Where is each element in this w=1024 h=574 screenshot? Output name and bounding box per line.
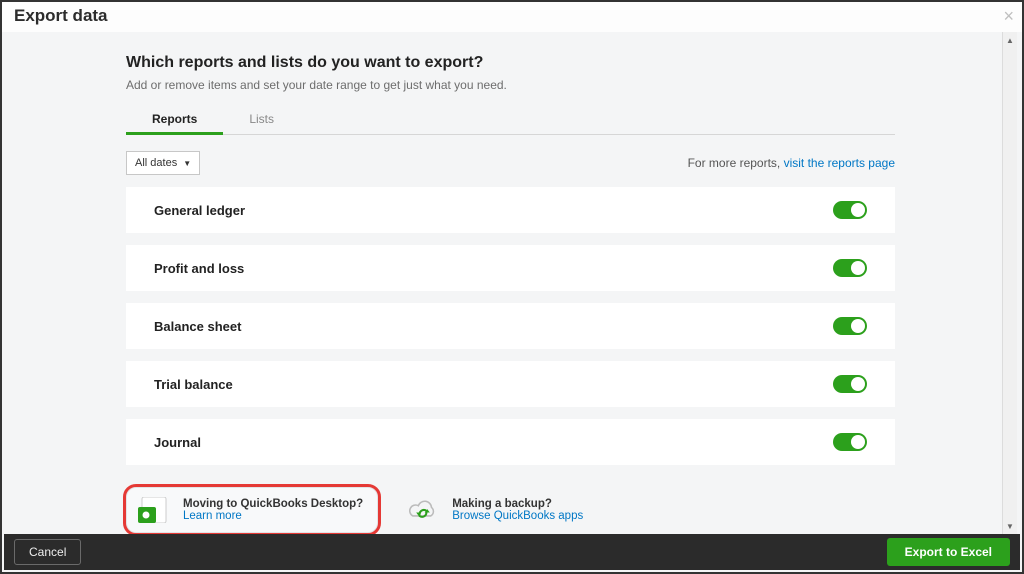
scroll-down-icon[interactable]: ▼	[1003, 518, 1017, 534]
export-data-dialog: Export data × ▲ ▼ Which reports and list…	[0, 0, 1024, 574]
more-reports-hint: For more reports, visit the reports page	[688, 156, 895, 170]
reports-page-link[interactable]: visit the reports page	[784, 156, 895, 170]
dialog-title: Export data	[14, 6, 108, 26]
dialog-body: Which reports and lists do you want to e…	[6, 32, 1000, 536]
tab-label: Reports	[152, 112, 197, 126]
promo-learn-more-link[interactable]: Learn more	[183, 510, 242, 522]
report-row: Profit and loss	[126, 245, 895, 291]
promo-title: Making a backup?	[452, 498, 583, 510]
titlebar: Export data ×	[2, 2, 1022, 32]
report-row: Balance sheet	[126, 303, 895, 349]
report-row: General ledger	[126, 187, 895, 233]
report-row: Trial balance	[126, 361, 895, 407]
scrollbar[interactable]: ▲ ▼	[1002, 32, 1017, 534]
report-toggle[interactable]	[833, 317, 867, 335]
report-toggle[interactable]	[833, 375, 867, 393]
report-label: Balance sheet	[154, 319, 241, 334]
toolbar: All dates ▼ For more reports, visit the …	[126, 151, 895, 175]
report-toggle[interactable]	[833, 259, 867, 277]
reports-list: General ledger Profit and loss Balance s…	[126, 187, 895, 465]
cloud-sync-icon	[406, 496, 440, 524]
report-row: Journal	[126, 419, 895, 465]
scroll-up-icon[interactable]: ▲	[1003, 32, 1017, 48]
export-to-excel-button[interactable]: Export to Excel	[887, 538, 1010, 566]
tab-reports[interactable]: Reports	[126, 106, 223, 134]
report-label: Journal	[154, 435, 201, 450]
page-subheading: Add or remove items and set your date ra…	[126, 78, 895, 92]
promo-desktop[interactable]: Moving to QuickBooks Desktop? Learn more	[126, 487, 378, 533]
date-range-value: All dates	[135, 157, 177, 169]
promo-title: Moving to QuickBooks Desktop?	[183, 498, 363, 510]
date-range-dropdown[interactable]: All dates ▼	[126, 151, 200, 175]
report-label: General ledger	[154, 203, 245, 218]
report-label: Trial balance	[154, 377, 233, 392]
report-toggle[interactable]	[833, 201, 867, 219]
cancel-button[interactable]: Cancel	[14, 539, 81, 565]
desktop-box-icon	[137, 496, 171, 524]
report-label: Profit and loss	[154, 261, 244, 276]
close-icon[interactable]: ×	[1003, 7, 1014, 25]
dialog-footer: Cancel Export to Excel	[4, 534, 1020, 570]
tab-label: Lists	[249, 112, 274, 126]
tab-lists[interactable]: Lists	[223, 106, 300, 134]
page-heading: Which reports and lists do you want to e…	[126, 54, 895, 72]
chevron-down-icon: ▼	[183, 159, 191, 168]
promo-row: Moving to QuickBooks Desktop? Learn more…	[126, 487, 895, 533]
report-toggle[interactable]	[833, 433, 867, 451]
tabs: Reports Lists	[126, 106, 895, 135]
promo-browse-apps-link[interactable]: Browse QuickBooks apps	[452, 510, 583, 522]
promo-backup[interactable]: Making a backup? Browse QuickBooks apps	[396, 487, 597, 533]
